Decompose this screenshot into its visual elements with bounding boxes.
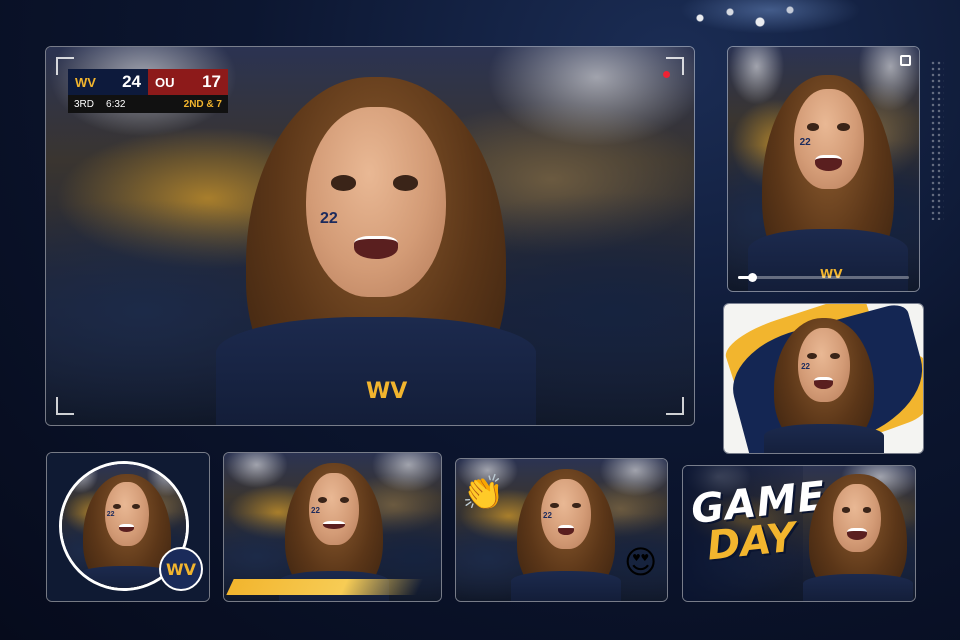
frame-corner-icon (666, 397, 684, 415)
frame-corner-icon (666, 57, 684, 75)
emoji-reaction-panel[interactable]: 22 👏 😍 (455, 458, 668, 602)
cheek-number: 22 (543, 511, 552, 521)
video-progress-knob[interactable] (747, 273, 757, 282)
team1-panel: WV 24 (68, 69, 148, 95)
cheek-number: 22 (106, 511, 115, 519)
video-progress-bar[interactable] (738, 273, 909, 282)
fan-figure: 22 (511, 465, 621, 601)
game-clock: 6:32 (106, 98, 126, 110)
shirt-logo: WV (366, 379, 408, 404)
quarter-label: 3RD (74, 98, 95, 110)
team1-score: 24 (122, 72, 141, 91)
team2-panel: OU 17 (148, 69, 228, 95)
fan-figure (803, 470, 913, 601)
cheek-number: 22 (801, 362, 811, 372)
heart-eyes-icon: 😍 (624, 543, 658, 581)
fan-figure: WV 22 (216, 67, 536, 425)
expand-icon[interactable] (900, 55, 911, 66)
fan-figure: 22 (764, 314, 884, 453)
gold-swoosh (226, 579, 424, 595)
cheek-number: 22 (799, 137, 811, 148)
paint-stroke-panel[interactable]: 22 (723, 303, 924, 454)
cheek-number: 22 (320, 209, 338, 227)
profile-circle-panel[interactable]: 22 WV (46, 452, 210, 602)
decorative-dot-pattern (930, 60, 944, 220)
team2-logo: OU (155, 74, 175, 90)
fan-figure: 22 WV (748, 69, 908, 291)
video-clip-panel[interactable]: 22 WV (727, 46, 920, 292)
frame-corner-icon (56, 397, 74, 415)
scoreboard: WV 24 OU 17 3RD 6:32 2ND & 7 (68, 69, 228, 113)
team2-score: 17 (202, 72, 221, 91)
clapping-hands-icon: 👏 (462, 473, 505, 513)
gameday-panel[interactable]: GAME DAY (682, 465, 916, 602)
frame-corner-icon (56, 57, 74, 75)
team1-logo: WV (75, 74, 96, 90)
main-broadcast-panel[interactable]: WV 24 OU 17 3RD 6:32 2ND & 7 WV 22 (45, 46, 695, 426)
team-badge-icon: WV (159, 547, 203, 591)
down-distance: 2ND & 7 (183, 98, 222, 110)
smile-swoosh-panel[interactable]: 22 (223, 452, 442, 602)
cheek-number: 22 (311, 506, 320, 516)
